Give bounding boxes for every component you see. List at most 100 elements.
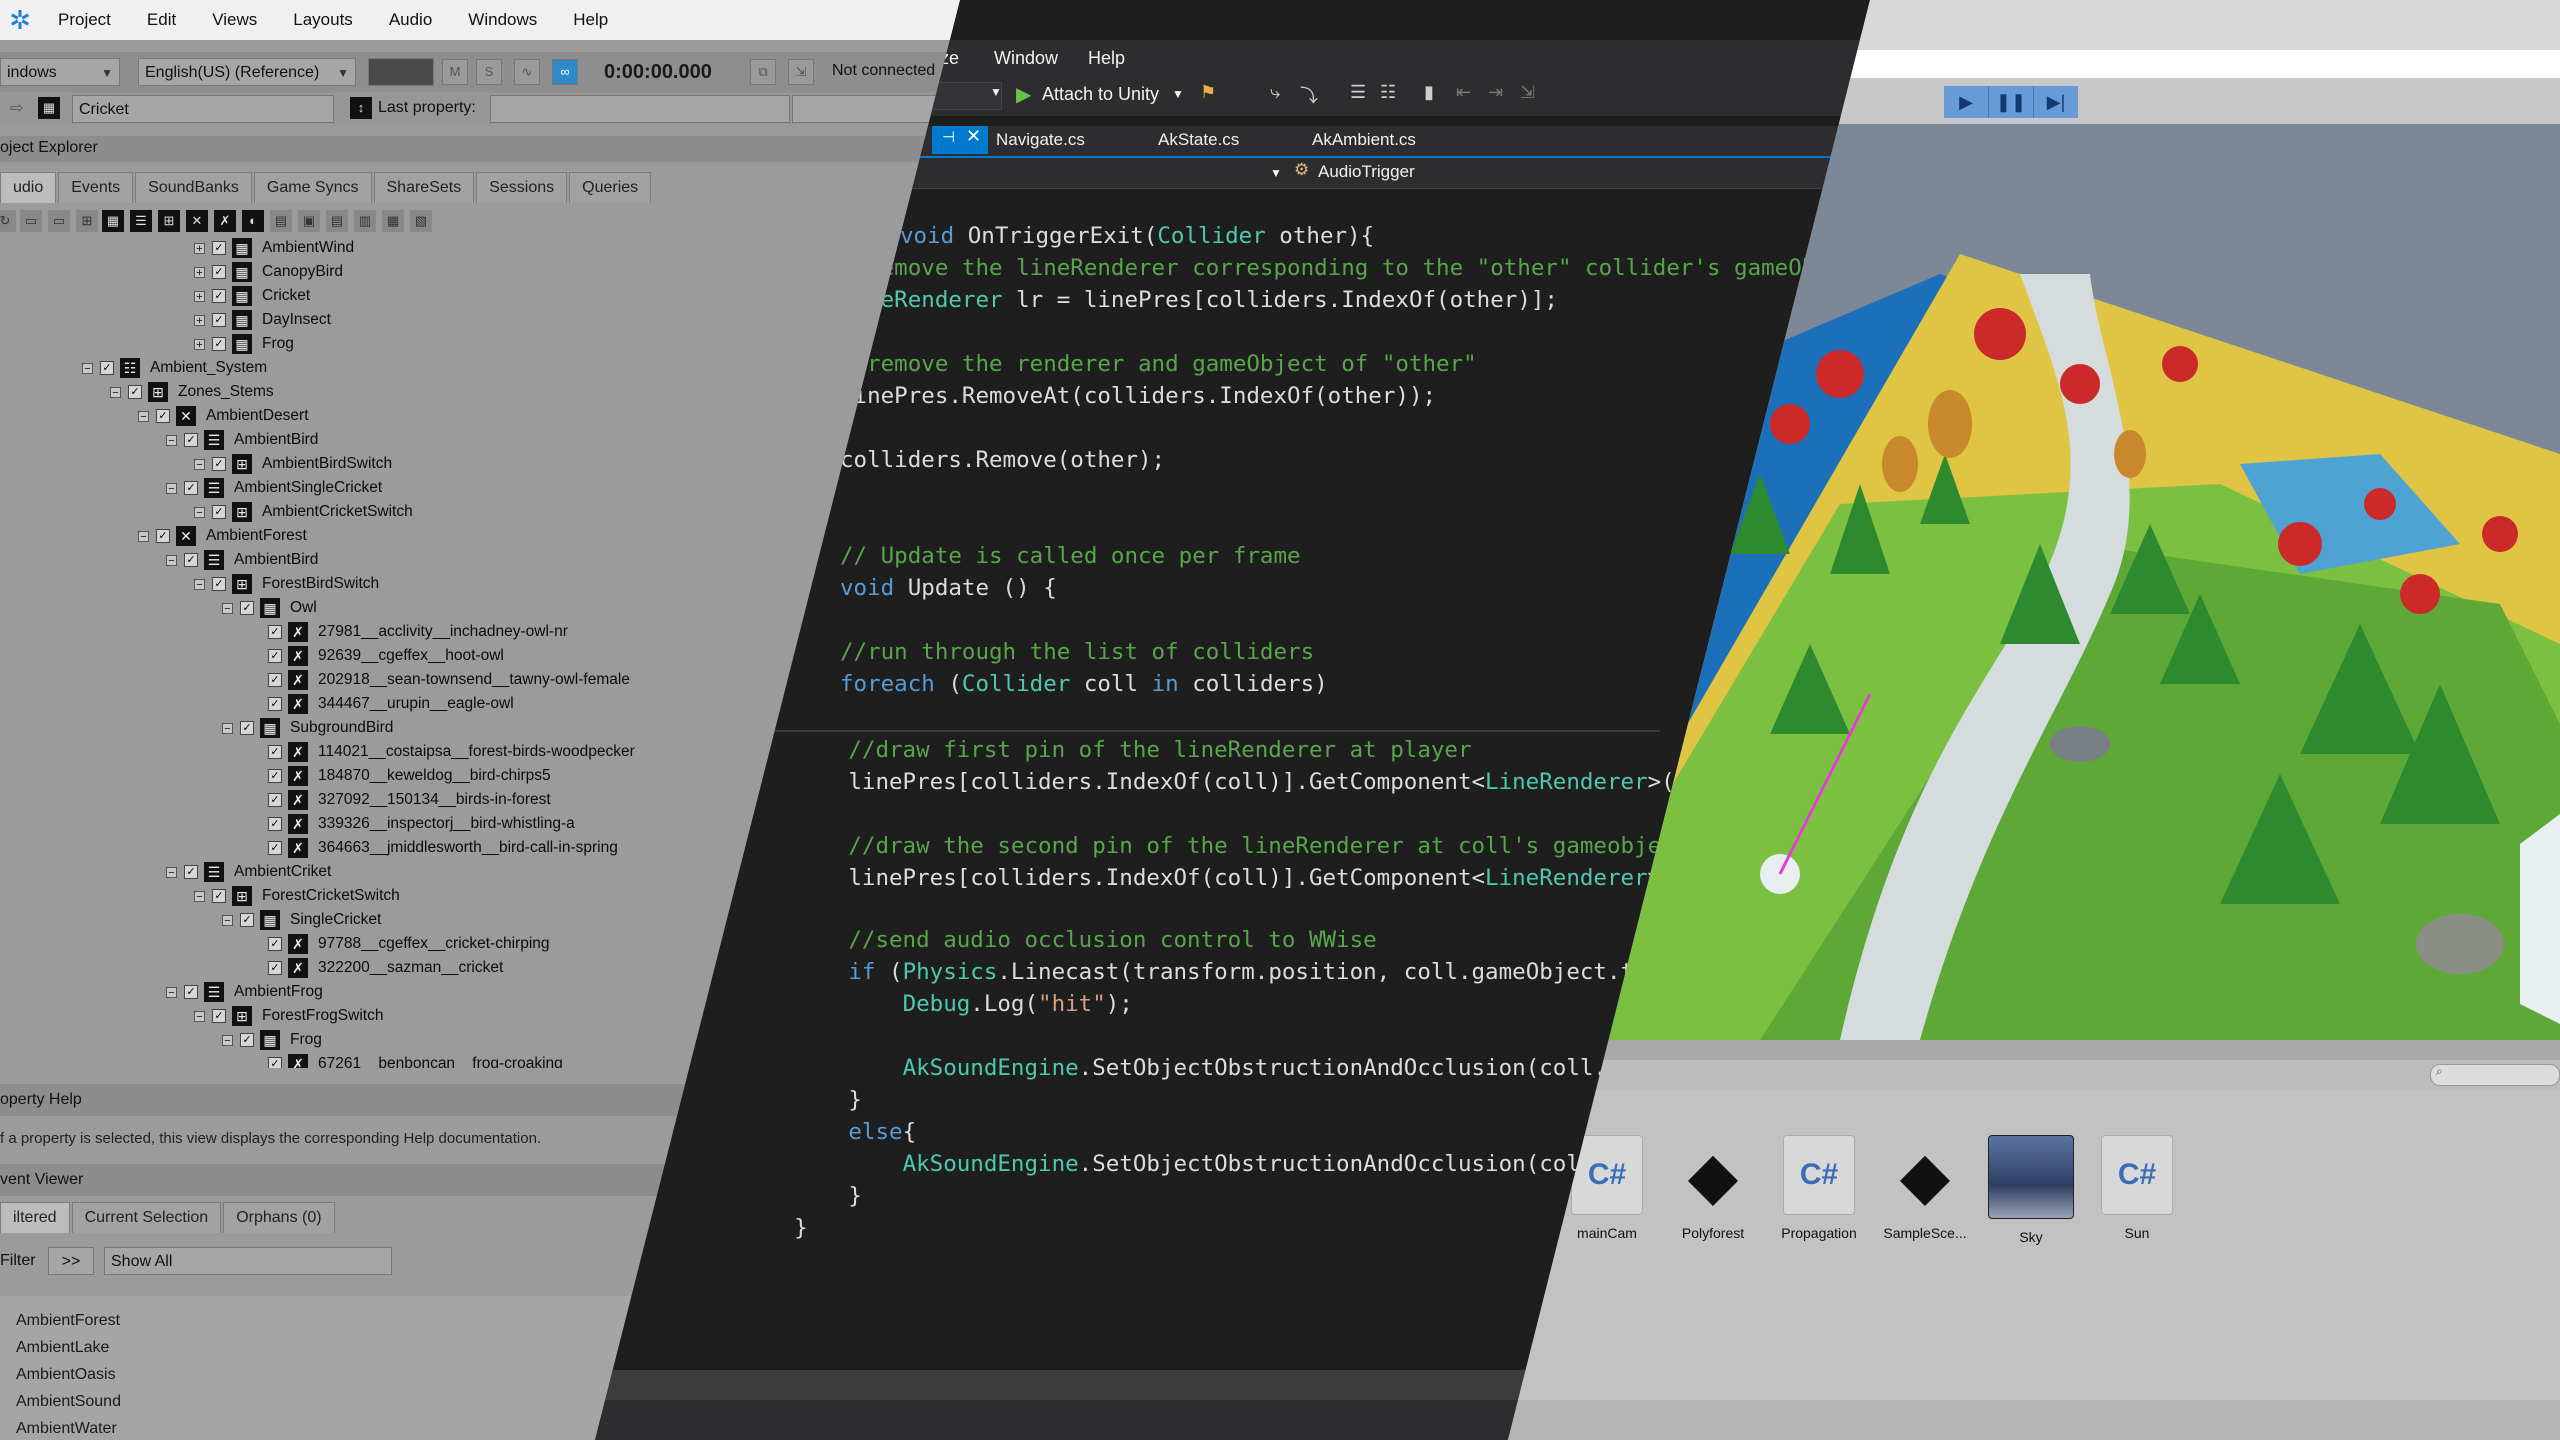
tree-row[interactable]: − ✓ ✕ AmbientForest xyxy=(138,524,307,548)
include-checkbox[interactable]: ✓ xyxy=(156,409,170,423)
tab-queries[interactable]: Queries xyxy=(569,172,652,203)
last-property-field[interactable] xyxy=(490,95,790,123)
play-icon[interactable]: ▶ xyxy=(1016,82,1031,107)
tree-row[interactable]: − ✓ ☰ AmbientBird xyxy=(166,428,318,452)
expand-icon[interactable]: + xyxy=(194,290,205,302)
menu-help[interactable]: Help xyxy=(555,0,626,40)
tab-audio[interactable]: udio xyxy=(0,172,57,203)
expand-icon[interactable]: + xyxy=(194,338,205,350)
event-item[interactable]: AmbientSound xyxy=(16,1393,121,1411)
menu-audio[interactable]: Audio xyxy=(371,0,450,40)
sound-icon[interactable]: ✗ xyxy=(214,210,236,232)
collapse-icon[interactable]: − xyxy=(222,914,233,926)
workunit-icon[interactable]: ⊞ xyxy=(76,210,98,232)
include-checkbox[interactable]: ✓ xyxy=(268,817,282,831)
tree-row[interactable]: ✓ ✗ 327092__150134__birds-in-forest xyxy=(250,788,551,812)
include-checkbox[interactable]: ✓ xyxy=(128,385,142,399)
mute-icon[interactable]: M xyxy=(442,59,468,85)
include-checkbox[interactable]: ✓ xyxy=(268,625,282,639)
tree-row[interactable]: ✓ ✗ 114021__costaipsa__forest-birds-woodpe… xyxy=(250,740,635,764)
include-checkbox[interactable]: ✓ xyxy=(212,337,226,351)
collapse-icon[interactable]: − xyxy=(222,602,233,614)
tree-row[interactable]: ✓ ✗ 322200__sazman__cricket xyxy=(250,956,503,980)
sync-icon[interactable]: ↻ xyxy=(0,210,16,232)
tree-row[interactable]: ✓ ✗ 344467__urupin__eagle-owl xyxy=(250,692,514,716)
sequence-container-icon[interactable]: ☰ xyxy=(130,210,152,232)
folder-icon[interactable]: ▭ xyxy=(48,210,70,232)
tree-row[interactable]: ✓ ✗ 364663__jmiddlesworth__bird-call-in-sp… xyxy=(250,836,618,860)
collapse-icon[interactable]: − xyxy=(82,362,93,374)
include-checkbox[interactable]: ✓ xyxy=(212,265,226,279)
menu-views[interactable]: Views xyxy=(194,0,275,40)
tree-row[interactable]: − ✓ ☰ AmbientSingleCricket xyxy=(166,476,382,500)
include-checkbox[interactable]: ✓ xyxy=(268,673,282,687)
collapse-icon[interactable]: − xyxy=(222,1034,233,1046)
include-checkbox[interactable]: ✓ xyxy=(268,649,282,663)
tree-row[interactable]: ✓ ✗ 339326__inspectorj__bird-whistling-a xyxy=(250,812,575,836)
filter-expand-button[interactable]: >> xyxy=(48,1247,94,1275)
indent-icon[interactable]: ☰ xyxy=(1350,82,1366,103)
music-track-icon[interactable]: ▦ xyxy=(382,210,404,232)
include-checkbox[interactable]: ✓ xyxy=(212,289,226,303)
asset-item[interactable]: ◆ SampleSce... xyxy=(1880,1135,1970,1242)
tree-row[interactable]: − ✓ ⊞ AmbientBirdSwitch xyxy=(194,452,392,476)
tree-row[interactable]: − ✓ ⊞ AmbientCricketSwitch xyxy=(194,500,413,524)
filter-combo[interactable]: Show All xyxy=(104,1247,392,1275)
tab-navigate-cs[interactable]: Navigate.cs xyxy=(996,126,1085,154)
close-icon[interactable]: ✕ xyxy=(966,126,981,147)
pin-icon[interactable]: ⊣ xyxy=(942,128,955,146)
music-switch-icon[interactable]: ▣ xyxy=(298,210,320,232)
menu-layouts[interactable]: Layouts xyxy=(275,0,371,40)
event-item[interactable]: AmbientOasis xyxy=(16,1366,116,1384)
asset-item[interactable]: Sky xyxy=(1986,1135,2076,1245)
tree-row[interactable]: − ✓ ⊞ Zones_Stems xyxy=(110,380,274,404)
capture-icon[interactable]: ⧉ xyxy=(750,59,776,85)
collapse-icon[interactable]: − xyxy=(222,722,233,734)
tab-akstate-cs[interactable]: AkState.cs xyxy=(1158,126,1239,154)
tree-row[interactable]: − ✓ ☰ AmbientFrog xyxy=(166,980,323,1004)
include-checkbox[interactable]: ✓ xyxy=(156,529,170,543)
include-checkbox[interactable]: ✓ xyxy=(268,961,282,975)
tab-sharesets[interactable]: ShareSets xyxy=(373,172,475,203)
prev-bookmark-icon[interactable]: ⇤ xyxy=(1456,82,1471,103)
include-checkbox[interactable]: ✓ xyxy=(212,241,226,255)
tree-row[interactable]: + ✓ ▦ CanopyBird xyxy=(194,260,343,284)
language-combo[interactable]: English(US) (Reference) ▼ xyxy=(138,58,356,86)
tab-events[interactable]: Events xyxy=(58,172,134,203)
chevron-down-icon[interactable]: ▼ xyxy=(1270,166,1282,180)
asset-item[interactable]: ◆ Polyforest xyxy=(1668,1135,1758,1242)
include-checkbox[interactable]: ✓ xyxy=(268,1057,282,1068)
collapse-icon[interactable]: − xyxy=(166,866,177,878)
include-checkbox[interactable]: ✓ xyxy=(184,985,198,999)
music-playlist-icon[interactable]: ▤ xyxy=(326,210,348,232)
tree-row[interactable]: ✓ ✗ 67261__benboncan__frog-croaking xyxy=(250,1052,563,1068)
include-checkbox[interactable]: ✓ xyxy=(212,577,226,591)
tree-row[interactable]: − ✓ ▦ SingleCricket xyxy=(222,908,381,932)
member-dropdown[interactable]: AudioTrigger xyxy=(1318,162,1415,182)
include-checkbox[interactable]: ✓ xyxy=(184,433,198,447)
menu-edit[interactable]: Edit xyxy=(129,0,194,40)
include-checkbox[interactable]: ✓ xyxy=(184,481,198,495)
include-checkbox[interactable]: ✓ xyxy=(268,745,282,759)
tree-row[interactable]: − ✓ ▦ SubgroundBird xyxy=(222,716,393,740)
debug-icon[interactable]: ⚑ xyxy=(1200,82,1216,103)
bookmark-icon[interactable]: ▮ xyxy=(1424,82,1434,103)
collapse-icon[interactable]: − xyxy=(138,530,149,542)
tab-filtered[interactable]: iltered xyxy=(0,1202,70,1233)
tree-row[interactable]: ✓ ✗ 202918__sean-townsend__tawny-owl-femal… xyxy=(250,668,630,692)
tab-game-syncs[interactable]: Game Syncs xyxy=(253,172,372,203)
collapse-icon[interactable]: − xyxy=(166,554,177,566)
include-checkbox[interactable]: ✓ xyxy=(184,865,198,879)
tree-row[interactable]: − ✓ ▦ Owl xyxy=(222,596,317,620)
tree-row[interactable]: − ✓ ☷ Ambient_System xyxy=(82,356,267,380)
wwise-logo-icon[interactable]: ✲ xyxy=(0,0,40,40)
menu-help[interactable]: Help xyxy=(1088,48,1125,69)
event-item[interactable]: AmbientForest xyxy=(16,1312,120,1330)
collapse-icon[interactable]: − xyxy=(194,578,205,590)
collapse-icon[interactable]: − xyxy=(194,458,205,470)
include-checkbox[interactable]: ✓ xyxy=(212,457,226,471)
tab-akambient-cs[interactable]: AkAmbient.cs xyxy=(1312,126,1416,154)
tab-orphans[interactable]: Orphans (0) xyxy=(223,1202,335,1233)
menu-window[interactable]: Window xyxy=(994,48,1058,69)
collapse-icon[interactable]: − xyxy=(166,482,177,494)
